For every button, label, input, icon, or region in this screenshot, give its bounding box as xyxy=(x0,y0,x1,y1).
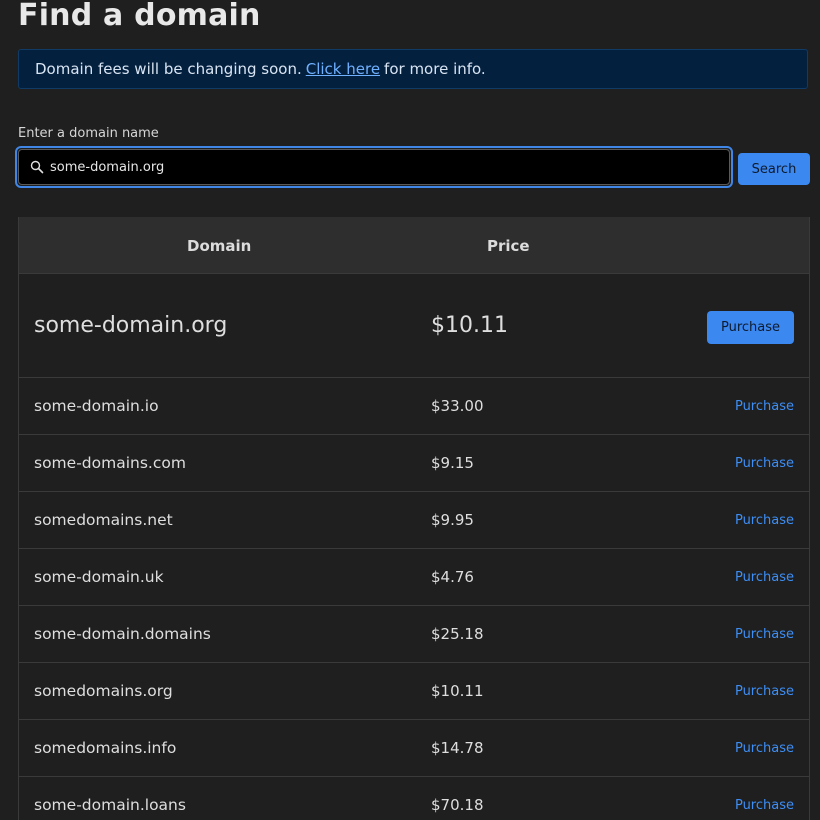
info-banner: Domain fees will be changing soon. Click… xyxy=(18,49,808,89)
domain-name: some-domain.io xyxy=(34,397,159,415)
banner-text: Domain fees will be changing soon. xyxy=(35,60,302,78)
domain-price: $10.11 xyxy=(431,682,484,700)
domain-name: some-domain.org xyxy=(34,313,228,338)
table-row: somedomains.org $10.11 Purchase xyxy=(19,663,809,720)
search-input[interactable] xyxy=(50,159,690,175)
purchase-link[interactable]: Purchase xyxy=(735,606,794,663)
table-row: somedomains.net $9.95 Purchase xyxy=(19,492,809,549)
domain-name: some-domains.com xyxy=(34,454,186,472)
domain-name: some-domain.loans xyxy=(34,796,186,814)
purchase-link[interactable]: Purchase xyxy=(735,663,794,720)
domain-price: $10.11 xyxy=(431,313,508,338)
domain-name: some-domain.domains xyxy=(34,625,211,643)
results-table: Domain Price some-domain.org $10.11 Purc… xyxy=(18,217,810,820)
search-field[interactable] xyxy=(15,146,733,188)
table-row: some-domain.loans $70.18 Purchase xyxy=(19,777,809,820)
table-row: some-domains.com $9.15 Purchase xyxy=(19,435,809,492)
domain-price: $33.00 xyxy=(431,397,484,415)
domain-price: $4.76 xyxy=(431,568,474,586)
search-button[interactable]: Search xyxy=(738,153,810,185)
domain-price: $9.15 xyxy=(431,454,474,472)
banner-text-after: for more info. xyxy=(384,60,486,78)
table-header: Domain Price xyxy=(19,217,809,274)
featured-action-cell: Purchase xyxy=(707,311,794,344)
table-row: some-domain.io $33.00 Purchase xyxy=(19,378,809,435)
purchase-link[interactable]: Purchase xyxy=(735,720,794,777)
table-row: some-domain.domains $25.18 Purchase xyxy=(19,606,809,663)
domain-name: somedomains.org xyxy=(34,682,173,700)
table-row: some-domain.uk $4.76 Purchase xyxy=(19,549,809,606)
purchase-link[interactable]: Purchase xyxy=(735,492,794,549)
column-header-price: Price xyxy=(487,237,530,255)
purchase-link[interactable]: Purchase xyxy=(735,777,794,820)
page: Find a domain Domain fees will be changi… xyxy=(0,0,820,820)
table-row: somedomains.info $14.78 Purchase xyxy=(19,720,809,777)
domain-name: some-domain.uk xyxy=(34,568,164,586)
domain-name: somedomains.info xyxy=(34,739,177,757)
search-box[interactable] xyxy=(18,149,730,185)
purchase-link[interactable]: Purchase xyxy=(735,435,794,492)
domain-price: $25.18 xyxy=(431,625,484,643)
page-title: Find a domain xyxy=(18,0,261,33)
purchase-button[interactable]: Purchase xyxy=(707,311,794,344)
domain-price: $70.18 xyxy=(431,796,484,814)
column-header-domain: Domain xyxy=(187,237,252,255)
search-label: Enter a domain name xyxy=(18,126,159,141)
domain-name: somedomains.net xyxy=(34,511,173,529)
purchase-link[interactable]: Purchase xyxy=(735,378,794,435)
domain-price: $14.78 xyxy=(431,739,484,757)
featured-result-row: some-domain.org $10.11 Purchase xyxy=(19,274,809,378)
banner-link[interactable]: Click here xyxy=(306,60,380,78)
purchase-link[interactable]: Purchase xyxy=(735,549,794,606)
domain-price: $9.95 xyxy=(431,511,474,529)
search-icon xyxy=(29,159,45,175)
